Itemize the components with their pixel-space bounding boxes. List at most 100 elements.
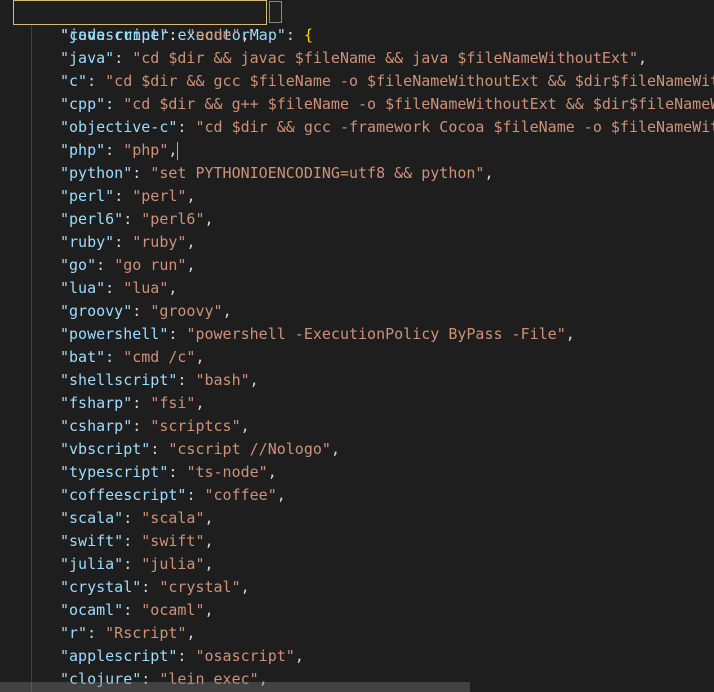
entry-value: "coffee" <box>204 486 277 504</box>
entry-value: "ruby" <box>132 233 187 251</box>
code-line-entry[interactable]: "go": "go run", <box>60 254 714 277</box>
colon: : <box>123 210 142 228</box>
entry-value: "perl" <box>132 187 187 205</box>
code-line-entry[interactable]: "java": "cd $dir && javac $fileName && j… <box>60 47 714 70</box>
comma: , <box>186 256 196 274</box>
comma: , <box>195 394 205 412</box>
entry-key: "fsharp" <box>60 394 133 412</box>
code-line-entry[interactable]: "bat": "cmd /c", <box>60 346 714 369</box>
code-line-entry[interactable]: "r": "Rscript", <box>60 622 714 645</box>
code-line-entry[interactable]: "typescript": "ts-node", <box>60 461 714 484</box>
entry-value: "swift" <box>141 532 205 550</box>
colon: : <box>123 601 142 619</box>
code-editor[interactable]: "code-runner.executorMap": { "javascript… <box>0 0 714 692</box>
entry-key: "javascript" <box>60 26 169 44</box>
code-line-entry[interactable]: "lua": "lua", <box>60 277 714 300</box>
code-line-entry[interactable]: "objective-c": "cd $dir && gcc -framewor… <box>60 116 714 139</box>
colon: : <box>141 578 160 596</box>
colon: : <box>123 555 142 573</box>
entry-key: "ocaml" <box>60 601 124 619</box>
comma: , <box>168 141 178 159</box>
entry-key: "java" <box>60 49 115 67</box>
colon: : <box>177 647 196 665</box>
horizontal-scrollbar[interactable] <box>0 682 470 692</box>
comma: , <box>267 463 277 481</box>
colon: : <box>150 440 169 458</box>
comma: , <box>204 532 214 550</box>
comma: , <box>249 371 259 389</box>
colon: : <box>105 279 124 297</box>
colon: : <box>114 187 133 205</box>
entry-value: "lua" <box>123 279 169 297</box>
code-line-entry[interactable]: "scala": "scala", <box>60 507 714 530</box>
entry-key: "go" <box>60 256 97 274</box>
code-line-entry[interactable]: "coffeescript": "coffee", <box>60 484 714 507</box>
entry-key: "bat" <box>60 348 106 366</box>
comma: , <box>204 509 214 527</box>
comma: , <box>204 601 214 619</box>
code-line-entry[interactable]: "powershell": "powershell -ExecutionPoli… <box>60 323 714 346</box>
code-line-entry[interactable]: "csharp": "scriptcs", <box>60 415 714 438</box>
colon: : <box>177 371 196 389</box>
entry-value: "scriptcs" <box>150 417 241 435</box>
colon: : <box>114 49 133 67</box>
entry-key: "shellscript" <box>60 371 178 389</box>
entry-value: "cd $dir && gcc $fileName -o $fileNameWi… <box>105 72 714 90</box>
entry-value: "bash" <box>195 371 250 389</box>
code-line-entry[interactable]: "cpp": "cd $dir && g++ $fileName -o $fil… <box>60 93 714 116</box>
entry-value: "groovy" <box>150 302 223 320</box>
comma: , <box>240 417 250 435</box>
entry-value: "set PYTHONIOENCODING=utf8 && python" <box>150 164 485 182</box>
entry-value: "cd $dir && g++ $fileName -o $fileNameWi… <box>123 95 714 113</box>
colon: : <box>123 532 142 550</box>
colon: : <box>105 95 124 113</box>
code-line-entry[interactable]: "perl6": "perl6", <box>60 208 714 231</box>
colon: : <box>123 509 142 527</box>
code-line-entry[interactable]: "fsharp": "fsi", <box>60 392 714 415</box>
comma: , <box>222 302 232 320</box>
code-line-entry[interactable]: "python": "set PYTHONIOENCODING=utf8 && … <box>60 162 714 185</box>
indent-guide <box>31 24 32 692</box>
comma: , <box>186 233 196 251</box>
entry-value: "php" <box>123 141 169 159</box>
entry-value: "osascript" <box>195 647 295 665</box>
comma: , <box>294 647 304 665</box>
code-line-entry[interactable]: "ocaml": "ocaml", <box>60 599 714 622</box>
entry-key: "powershell" <box>60 325 169 343</box>
comma: , <box>240 578 250 596</box>
entry-key: "perl6" <box>60 210 124 228</box>
code-line-executor-map[interactable]: "code-runner.executorMap": { <box>24 1 714 44</box>
entry-key: "python" <box>60 164 133 182</box>
comma: , <box>330 440 340 458</box>
code-line-entry[interactable]: "crystal": "crystal", <box>60 576 714 599</box>
entry-key: "r" <box>60 624 88 642</box>
entry-value: "cd $dir && gcc -framework Cocoa $fileNa… <box>195 118 714 136</box>
colon: : <box>87 72 106 90</box>
code-line-entry[interactable]: "swift": "swift", <box>60 530 714 553</box>
entry-value: "scala" <box>141 509 205 527</box>
entry-key: "objective-c" <box>60 118 178 136</box>
entry-value: "perl6" <box>141 210 205 228</box>
code-line-entry[interactable]: "shellscript": "bash", <box>60 369 714 392</box>
code-line-entry[interactable]: "ruby": "ruby", <box>60 231 714 254</box>
code-line-entry[interactable]: "perl": "perl", <box>60 185 714 208</box>
comma: , <box>276 486 286 504</box>
comma: , <box>186 624 196 642</box>
entry-key: "coffeescript" <box>60 486 187 504</box>
entry-key: "php" <box>60 141 106 159</box>
code-line-entry[interactable]: "applescript": "osascript", <box>60 645 714 668</box>
entry-value: "node" <box>186 26 241 44</box>
entry-key: "c" <box>60 72 88 90</box>
code-line-entry[interactable]: "julia": "julia", <box>60 553 714 576</box>
code-line-entry[interactable]: "c": "cd $dir && gcc $fileName -o $fileN… <box>60 70 714 93</box>
colon: : <box>132 394 151 412</box>
comma: , <box>195 348 205 366</box>
entry-value: "go run" <box>114 256 187 274</box>
entry-value: "fsi" <box>150 394 196 412</box>
colon: : <box>186 486 205 504</box>
code-line-entry[interactable]: "javascript": "node", <box>60 24 714 47</box>
code-line-entry[interactable]: "vbscript": "cscript //Nologo", <box>60 438 714 461</box>
entry-value: "julia" <box>141 555 205 573</box>
code-line-entry[interactable]: "php": "php", <box>60 139 714 162</box>
code-line-entry[interactable]: "groovy": "groovy", <box>60 300 714 323</box>
